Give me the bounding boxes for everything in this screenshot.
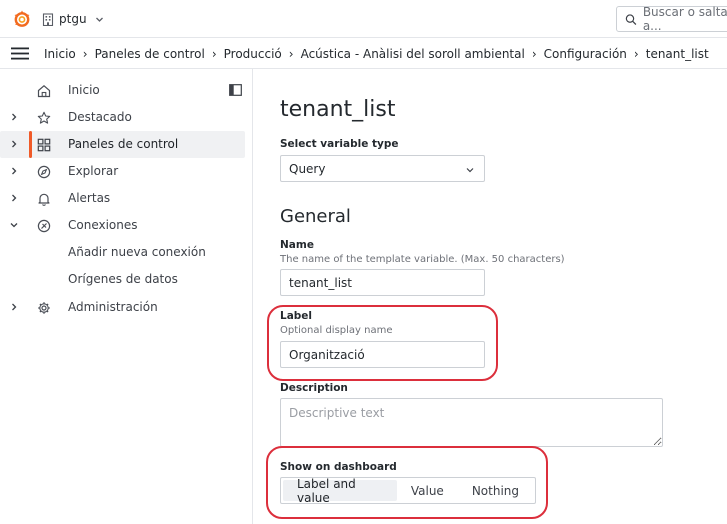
compass-icon — [37, 165, 51, 179]
description-field[interactable] — [280, 398, 663, 447]
sidebar-item-label: Alertas — [68, 191, 111, 205]
sidebar-item-label: Añadir nueva conexión — [68, 245, 206, 259]
breadcrumb-separator-icon: › — [288, 46, 294, 61]
star-icon — [37, 111, 51, 124]
variable-type-value: Query — [289, 161, 326, 176]
breadcrumb-item[interactable]: Acústica - Anàlisi del soroll ambiental — [301, 47, 525, 61]
breadcrumb-item[interactable]: Paneles de control — [95, 47, 205, 61]
breadcrumb-item[interactable]: Producció — [224, 47, 282, 61]
variable-editor: tenant_list Select variable type Query G… — [254, 69, 727, 524]
org-name: ptgu — [59, 12, 87, 26]
apps-icon — [37, 138, 51, 152]
search-placeholder: Buscar o saltar a... — [642, 5, 727, 33]
chevron-right-icon[interactable] — [9, 302, 19, 312]
label-field[interactable] — [280, 341, 485, 368]
sidebar-item-conexiones[interactable]: Conexiones — [0, 212, 245, 239]
grafana-logo-icon[interactable] — [12, 9, 32, 29]
search-input[interactable]: Buscar o saltar a... — [616, 5, 727, 33]
sidebar-item-explorar[interactable]: Explorar — [0, 158, 245, 185]
breadcrumb-bar: Inicio › Paneles de control › Producció › A… — [0, 38, 727, 69]
bell-icon — [38, 193, 50, 206]
label-description: Optional display name — [280, 325, 393, 336]
plug-icon — [37, 219, 51, 233]
description-label: Description — [280, 382, 348, 394]
name-label: Name — [280, 239, 314, 251]
search-icon — [625, 13, 637, 25]
show-on-dashboard-label: Show on dashboard — [280, 461, 397, 473]
chevron-down-icon — [95, 17, 103, 22]
radio-option-value[interactable]: Value — [397, 480, 458, 501]
sidebar-item-alertas[interactable]: Alertas — [0, 185, 245, 212]
menu-icon[interactable] — [11, 47, 29, 60]
chevron-right-icon[interactable] — [9, 193, 19, 203]
general-heading: General — [280, 206, 351, 227]
sidebar: Inicio Destacado Paneles de control Expl… — [0, 69, 253, 524]
breadcrumb-current: tenant_list — [645, 46, 709, 61]
name-field[interactable] — [280, 269, 485, 296]
label-label: Label — [280, 310, 313, 322]
name-description: The name of the template variable. (Max.… — [280, 254, 565, 265]
chevron-down-icon[interactable] — [9, 220, 19, 230]
cog-icon — [38, 302, 50, 314]
sidebar-item-label: Paneles de control — [68, 137, 179, 151]
sidebar-item-label: Conexiones — [68, 218, 138, 232]
chevron-right-icon[interactable] — [9, 112, 19, 122]
sidebar-subitem-anadir-nueva-conexion[interactable]: Añadir nueva conexión — [0, 239, 245, 266]
variable-type-select[interactable]: Query — [280, 155, 485, 182]
sidebar-item-label: Administración — [68, 300, 158, 314]
breadcrumb-separator-icon: › — [531, 46, 537, 61]
sidebar-item-paneles-de-control[interactable]: Paneles de control — [0, 131, 245, 158]
building-icon — [42, 12, 54, 26]
sidebar-item-destacado[interactable]: Destacado — [0, 104, 245, 131]
variable-type-label: Select variable type — [280, 138, 399, 150]
breadcrumb-item[interactable]: Configuración — [544, 47, 627, 61]
page-title: tenant_list — [280, 97, 396, 122]
radio-option-nothing[interactable]: Nothing — [458, 480, 533, 501]
org-switcher[interactable]: ptgu — [42, 10, 104, 28]
sidebar-item-label: Inicio — [68, 83, 100, 97]
radio-option-label-and-value[interactable]: Label and value — [283, 477, 397, 505]
top-bar: ptgu Buscar o saltar a... — [0, 0, 727, 38]
sidebar-item-label: Explorar — [68, 164, 119, 178]
breadcrumb-item[interactable]: Inicio — [44, 47, 76, 61]
breadcrumb-separator-icon: › — [82, 46, 88, 61]
sidebar-item-label: Destacado — [68, 110, 132, 124]
home-icon — [37, 85, 51, 98]
sidebar-item-label: Orígenes de datos — [68, 272, 178, 286]
breadcrumb-separator-icon: › — [633, 46, 639, 61]
chevron-right-icon[interactable] — [9, 166, 19, 176]
sidebar-subitem-origenes-de-datos[interactable]: Orígenes de datos — [0, 266, 245, 293]
breadcrumb: Inicio › Paneles de control › Producció › A… — [44, 38, 709, 69]
breadcrumb-separator-icon: › — [211, 46, 217, 61]
sidebar-item-inicio[interactable]: Inicio — [0, 77, 245, 104]
chevron-right-icon[interactable] — [9, 139, 19, 149]
sidebar-item-administracion[interactable]: Administración — [0, 294, 245, 321]
show-on-dashboard-radio-group: Label and value Value Nothing — [280, 477, 536, 505]
chevron-down-icon — [466, 168, 474, 173]
